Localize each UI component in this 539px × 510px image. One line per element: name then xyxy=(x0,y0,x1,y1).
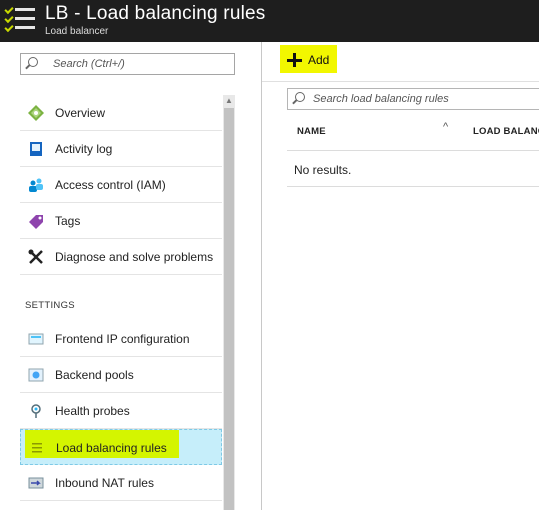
menu-item-label: Activity log xyxy=(55,142,113,156)
nat-rules-icon xyxy=(28,475,44,491)
menu-item-health-probes[interactable]: Health probes xyxy=(20,393,222,429)
menu-item-label: Tags xyxy=(55,214,81,228)
menu-item-access-control[interactable]: Access control (IAM) xyxy=(20,167,222,203)
menu-item-diagnose[interactable]: Diagnose and solve problems xyxy=(20,239,222,275)
overview-icon xyxy=(28,105,44,121)
blade-header: LB - Load balancing rules Load balancer xyxy=(0,0,539,42)
rules-search-input[interactable] xyxy=(313,91,533,107)
empty-message: No results. xyxy=(294,163,352,177)
resource-menu: ▲ Overview Activity log Access control (… xyxy=(0,42,261,510)
wrench-icon xyxy=(28,249,44,265)
menu-scrollbar[interactable]: ▲ xyxy=(223,95,235,510)
blade-divider xyxy=(261,42,262,510)
menu-search-box[interactable] xyxy=(20,53,235,75)
scroll-up-icon[interactable]: ▲ xyxy=(223,95,235,107)
table-row-divider xyxy=(287,186,539,187)
health-probe-icon xyxy=(28,403,44,419)
rules-search-box[interactable] xyxy=(287,88,539,110)
tag-icon xyxy=(28,213,44,229)
menu-item-activity-log[interactable]: Activity log xyxy=(20,131,222,167)
settings-section-header: SETTINGS xyxy=(25,300,75,311)
activity-log-icon xyxy=(28,141,44,157)
menu-item-inbound-nat-rules[interactable]: Inbound NAT rules xyxy=(20,465,222,501)
column-header-load-balancer[interactable]: LOAD BALANC xyxy=(473,126,539,137)
search-icon xyxy=(295,92,305,102)
menu-item-frontend-ip[interactable]: Frontend IP configuration xyxy=(20,321,222,357)
page-title: LB - Load balancing rules xyxy=(45,3,266,24)
sort-ascending-icon[interactable]: ^ xyxy=(443,121,448,133)
backend-pool-icon xyxy=(28,367,44,383)
menu-search-input[interactable] xyxy=(53,56,228,72)
iam-icon xyxy=(28,177,44,193)
frontend-ip-icon xyxy=(28,331,44,347)
lb-rules-icon xyxy=(29,440,45,456)
page-subtitle: Load balancer xyxy=(45,26,109,37)
menu-item-label: Overview xyxy=(55,106,106,120)
menu-item-label: Backend pools xyxy=(55,368,134,382)
add-button-label: Add xyxy=(308,53,330,67)
menu-item-backend-pools[interactable]: Backend pools xyxy=(20,357,222,393)
hamburger-menu-icon[interactable] xyxy=(4,4,35,36)
menu-item-overview[interactable]: Overview xyxy=(20,95,222,131)
column-header-name[interactable]: NAME xyxy=(297,126,326,137)
menu-item-label: Load balancing rules xyxy=(56,441,167,455)
menu-item-load-balancing-rules[interactable]: Load balancing rules xyxy=(20,429,222,465)
scroll-thumb[interactable] xyxy=(224,108,234,510)
menu-item-label: Health probes xyxy=(55,404,130,418)
table-header-divider xyxy=(287,150,539,151)
search-icon xyxy=(28,57,38,67)
toolbar-divider xyxy=(262,81,539,82)
menu-item-label: Inbound NAT rules xyxy=(55,476,154,490)
menu-item-label: Frontend IP configuration xyxy=(55,332,190,346)
menu-item-label: Diagnose and solve problems xyxy=(55,250,214,264)
menu-item-tags[interactable]: Tags xyxy=(20,203,222,239)
menu-item-label: Access control (IAM) xyxy=(55,178,166,192)
